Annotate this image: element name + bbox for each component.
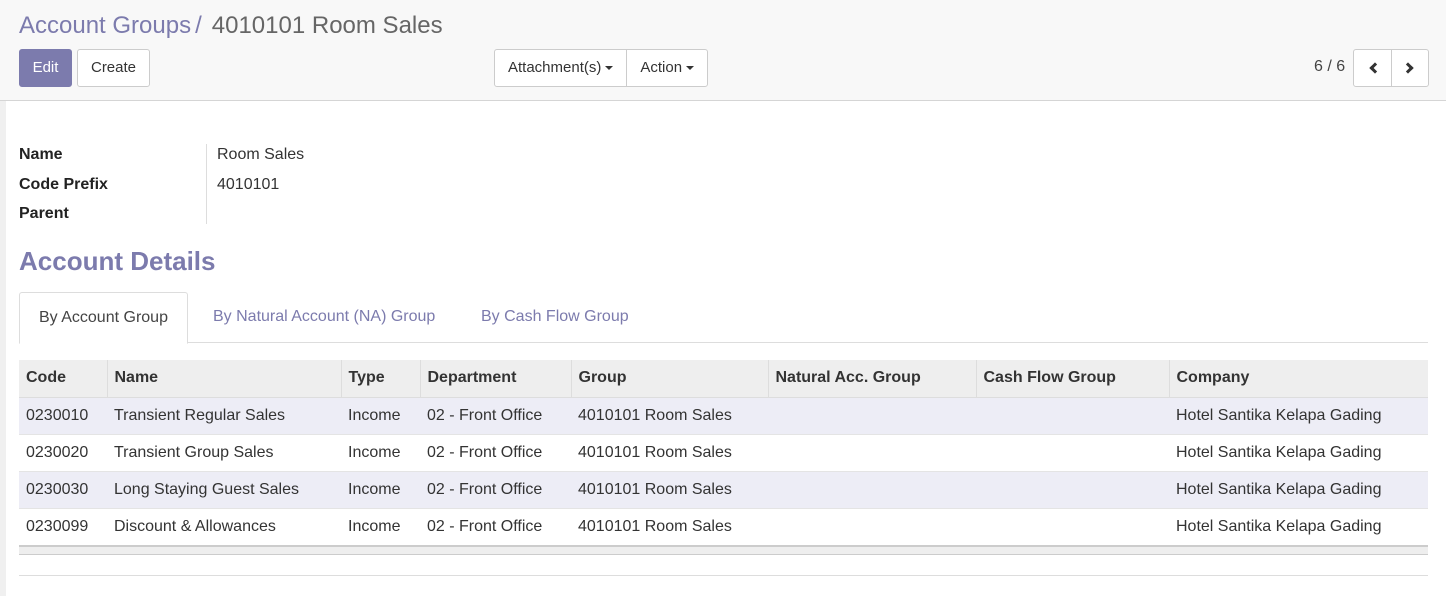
cell-natural-acc-group — [768, 470, 976, 508]
attachments-label: Attachment(s) — [508, 59, 602, 76]
section-title: Account Details — [19, 246, 216, 276]
column-header-name[interactable]: Name — [106, 360, 341, 398]
bottom-divider — [19, 575, 1428, 576]
caret-down-icon — [605, 66, 614, 71]
breadcrumb-account-groups-link[interactable]: Account Groups — [19, 12, 191, 39]
cell-type: Income — [341, 470, 420, 508]
pager-value[interactable]: 6 / 6 — [1314, 58, 1345, 76]
accounts-table: Code Name Type Department Group Natural … — [19, 360, 1428, 545]
cell-name: Transient Group Sales — [107, 433, 341, 471]
tab-by-cash-flow-group[interactable]: By Cash Flow Group — [481, 292, 629, 343]
pager-next-button[interactable] — [1391, 50, 1428, 86]
pager-previous-button[interactable] — [1354, 50, 1391, 86]
table-row[interactable]: 0230030 Long Staying Guest Sales Income … — [19, 470, 1428, 508]
name-label: Name — [19, 146, 63, 163]
action-dropdown[interactable]: Action — [626, 50, 707, 86]
table-header-row: Code Name Type Department Group Natural … — [19, 360, 1428, 398]
edit-button[interactable]: Edit — [19, 49, 72, 87]
cell-type: Income — [341, 507, 420, 545]
tab-by-account-group[interactable]: By Account Group — [19, 292, 188, 344]
column-header-natural-acc-group[interactable]: Natural Acc. Group — [767, 360, 976, 398]
cell-company: Hotel Santika Kelapa Gading — [1169, 396, 1428, 434]
cell-group: 4010101 Room Sales — [571, 396, 768, 434]
name-value: Room Sales — [217, 146, 305, 163]
notebook-tabs: By Account Group By Natural Account (NA)… — [19, 292, 1428, 344]
code-prefix-value: 4010101 — [217, 176, 280, 193]
tab-by-natural-account-group[interactable]: By Natural Account (NA) Group — [213, 292, 435, 343]
cell-department: 02 - Front Office — [420, 396, 571, 434]
cell-group: 4010101 Room Sales — [571, 507, 768, 545]
cell-company: Hotel Santika Kelapa Gading — [1169, 470, 1428, 508]
cell-department: 02 - Front Office — [420, 470, 571, 508]
cell-group: 4010101 Room Sales — [571, 433, 768, 471]
cell-code: 0230020 — [19, 433, 107, 471]
column-header-cash-flow-group[interactable]: Cash Flow Group — [975, 360, 1169, 398]
cell-type: Income — [341, 433, 420, 471]
cell-natural-acc-group — [768, 507, 976, 545]
attachments-dropdown[interactable]: Attachment(s) — [495, 50, 626, 86]
cell-natural-acc-group — [768, 396, 976, 434]
caret-down-icon — [686, 66, 695, 71]
create-button[interactable]: Create — [77, 49, 150, 87]
cell-code: 0230099 — [19, 507, 107, 545]
cell-group: 4010101 Room Sales — [571, 470, 768, 508]
cell-company: Hotel Santika Kelapa Gading — [1169, 507, 1428, 545]
table-footer — [19, 545, 1428, 555]
column-header-group[interactable]: Group — [570, 360, 768, 398]
cell-name: Transient Regular Sales — [107, 396, 341, 434]
column-header-department[interactable]: Department — [419, 360, 571, 398]
column-header-company[interactable]: Company — [1168, 360, 1428, 398]
table-row[interactable]: 0230099 Discount & Allowances Income 02 … — [19, 507, 1428, 545]
cell-type: Income — [341, 396, 420, 434]
column-header-code[interactable]: Code — [19, 360, 107, 398]
cell-cash-flow-group — [976, 396, 1169, 434]
cell-natural-acc-group — [768, 433, 976, 471]
column-header-type[interactable]: Type — [340, 360, 420, 398]
sidebar-actions: Attachment(s) Action — [494, 49, 709, 87]
pager-buttons — [1353, 49, 1429, 87]
code-prefix-label: Code Prefix — [19, 176, 108, 193]
breadcrumb: Account Groups/ 4010101 Room Sales — [19, 12, 443, 40]
cell-department: 02 - Front Office — [420, 433, 571, 471]
cell-department: 02 - Front Office — [420, 507, 571, 545]
cell-cash-flow-group — [976, 433, 1169, 471]
cell-code: 0230010 — [19, 396, 107, 434]
cell-name: Discount & Allowances — [107, 507, 341, 545]
control-panel: Account Groups/ 4010101 Room Sales Edit C… — [0, 0, 1446, 101]
cell-company: Hotel Santika Kelapa Gading — [1169, 433, 1428, 471]
breadcrumb-current: 4010101 Room Sales — [211, 12, 443, 39]
cell-code: 0230030 — [19, 470, 107, 508]
chevron-right-icon — [1402, 62, 1414, 74]
cell-cash-flow-group — [976, 470, 1169, 508]
cell-cash-flow-group — [976, 507, 1169, 545]
action-label: Action — [640, 59, 683, 76]
cell-name: Long Staying Guest Sales — [107, 470, 341, 508]
field-divider — [206, 144, 207, 224]
parent-label: Parent — [19, 205, 69, 222]
breadcrumb-separator: / — [195, 12, 202, 39]
chevron-left-icon — [1368, 62, 1381, 74]
table-row[interactable]: 0230020 Transient Group Sales Income 02 … — [19, 433, 1428, 471]
table-row[interactable]: 0230010 Transient Regular Sales Income 0… — [19, 396, 1428, 434]
